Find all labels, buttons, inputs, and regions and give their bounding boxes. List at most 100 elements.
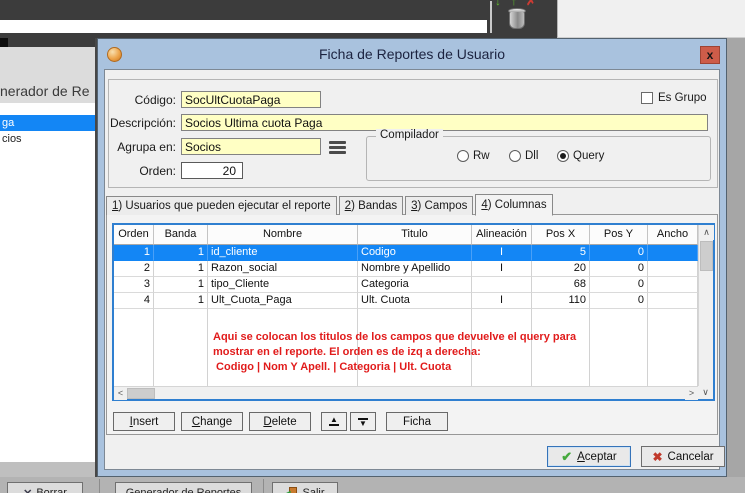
radio-option-rw[interactable]: Rw [457,150,490,162]
button-label: nsert [133,416,159,428]
check-icon: ✔ [561,449,572,465]
column-header[interactable]: Nombre [208,225,358,245]
column-header[interactable]: Pos X [532,225,590,245]
radio-option-dll[interactable]: Dll [509,150,538,162]
codigo-input[interactable] [181,91,321,108]
button-accel: D [263,416,271,428]
scroll-right-icon[interactable]: > [685,387,698,400]
table-cell: tipo_Cliente [208,277,358,293]
tab-4[interactable]: 4) Columnas [475,194,552,216]
grid-rows: 11id_clienteCodigoI5021Razon_socialNombr… [114,245,698,309]
table-row[interactable]: 41Ult_Cuota_PagaUlt. CuotaI1100 [114,293,698,309]
codigo-label: Código: [105,93,176,107]
column-header[interactable]: Banda [154,225,208,245]
delete-button[interactable]: Delete [249,412,311,431]
agrupa-en-input[interactable] [181,138,321,155]
generador-de-reportes-button[interactable]: Generador de Reportes [115,482,252,493]
agrupa-en-label: Agrupa en: [105,140,176,154]
scroll-up-icon[interactable]: ∧ [699,225,714,240]
tab-label: ) Columnas [488,199,547,211]
trash-icon[interactable] [505,8,529,33]
table-cell: Codigo [358,245,472,261]
table-row[interactable]: 11id_clienteCodigoI50 [114,245,698,261]
scroll-down-icon[interactable]: ∨ [698,386,713,399]
tab-label: ) Campos [418,200,468,212]
change-button[interactable]: Change [181,412,243,431]
button-label: hange [200,416,232,428]
table-row[interactable]: 21Razon_socialNombre y ApellidoI200 [114,261,698,277]
tab-1[interactable]: 1) Usuarios que pueden ejecutar el repor… [106,196,337,215]
descripcion-label: Descripción: [105,116,176,130]
move-up-button[interactable]: ▲ [321,412,347,431]
cancelar-button[interactable]: ✖ Cancelar [641,446,725,467]
radio-label: Rw [473,150,490,162]
background-window-left: nerador de Re gacios [0,38,97,493]
menu-icon[interactable] [329,138,349,156]
horizontal-scrollbar[interactable]: < > [114,386,698,399]
vertical-scroll-thumb[interactable] [700,241,713,271]
grid-column-line [114,309,154,386]
insert-button[interactable]: Insert [113,412,175,431]
column-header[interactable]: Titulo [358,225,472,245]
aceptar-label: Aceptar [577,451,617,463]
small-x-icon[interactable]: ✗ [526,0,536,7]
move-down-button[interactable]: ▼ [350,412,376,431]
column-header[interactable]: Ancho [648,225,698,245]
table-cell: 2 [114,261,154,277]
tab-2[interactable]: 2) Bandas [339,196,403,215]
scroll-left-icon[interactable]: < [114,387,127,400]
leftwin-title-partial: nerador de Re [0,83,95,99]
compilador-label: Compilador [376,129,443,141]
borrar-button[interactable]: ✕ Borrar [7,482,83,493]
es-grupo-checkbox[interactable]: Es Grupo [641,92,707,104]
borrar-x-icon: ✕ [23,487,32,493]
tab-strip: 1) Usuarios que pueden ejecutar el repor… [106,193,555,215]
arrow-down-icon[interactable]: ↓ [495,0,501,7]
annotation-line: Aqui se colocan los titulos de los campo… [213,330,593,345]
salir-button[interactable]: ◄ Salir [272,482,338,493]
radio-label: Query [573,150,604,162]
column-header[interactable]: Pos Y [590,225,648,245]
table-cell: 1 [154,293,208,309]
grid-column-line [590,309,648,386]
salir-label: Salir [302,487,324,493]
aceptar-button[interactable]: ✔ Aceptar [547,446,631,467]
table-cell: id_cliente [208,245,358,261]
x-icon: ✖ [652,450,662,464]
dialog-titlebar[interactable]: Ficha de Reportes de Usuario x [98,39,726,69]
orden-input[interactable] [181,162,243,179]
table-row[interactable]: 31tipo_ClienteCategoria680 [114,277,698,293]
column-header[interactable]: Orden [114,225,154,245]
tab-label: ) Usuarios que pueden ejecutar el report… [118,200,330,212]
list-item[interactable]: ga [0,115,95,131]
trash-body [509,12,525,29]
table-cell: 68 [532,277,590,293]
toolbar-text-input[interactable] [0,20,487,33]
table-cell: I [472,245,532,261]
horizontal-scroll-thumb[interactable] [127,388,155,399]
exit-door-icon: ◄ [285,487,298,493]
table-cell: 110 [532,293,590,309]
radio-option-query[interactable]: Query [557,150,604,162]
table-cell: Ult. Cuota [358,293,472,309]
ficha-button[interactable]: Ficha [386,412,448,431]
tab-3[interactable]: 3) Campos [405,196,473,215]
table-cell [648,261,698,277]
list-item[interactable]: cios [0,131,95,147]
orden-label: Orden: [105,164,176,178]
cancelar-label: Cancelar [668,451,714,463]
ficha-de-reportes-dialog: Ficha de Reportes de Usuario x Código: E… [97,38,727,477]
annotation-line: Codigo | Nom Y Apell. | Categoria | Ult.… [213,360,593,375]
bottombar-separator [263,479,264,493]
close-icon[interactable]: x [700,46,720,64]
descripcion-input[interactable] [181,114,708,131]
arrow-up-icon[interactable]: ↑ [511,0,517,7]
column-header[interactable]: Alineación [472,225,532,245]
vertical-scrollbar[interactable]: ∧ [698,225,713,386]
table-cell: 4 [114,293,154,309]
button-label: elete [272,416,297,428]
background-toolbar: ↓ ↑ ✗ [0,0,557,38]
grid-header-row: OrdenBandaNombreTituloAlineaciónPos XPos… [114,225,698,245]
table-cell: 3 [114,277,154,293]
table-cell [648,277,698,293]
